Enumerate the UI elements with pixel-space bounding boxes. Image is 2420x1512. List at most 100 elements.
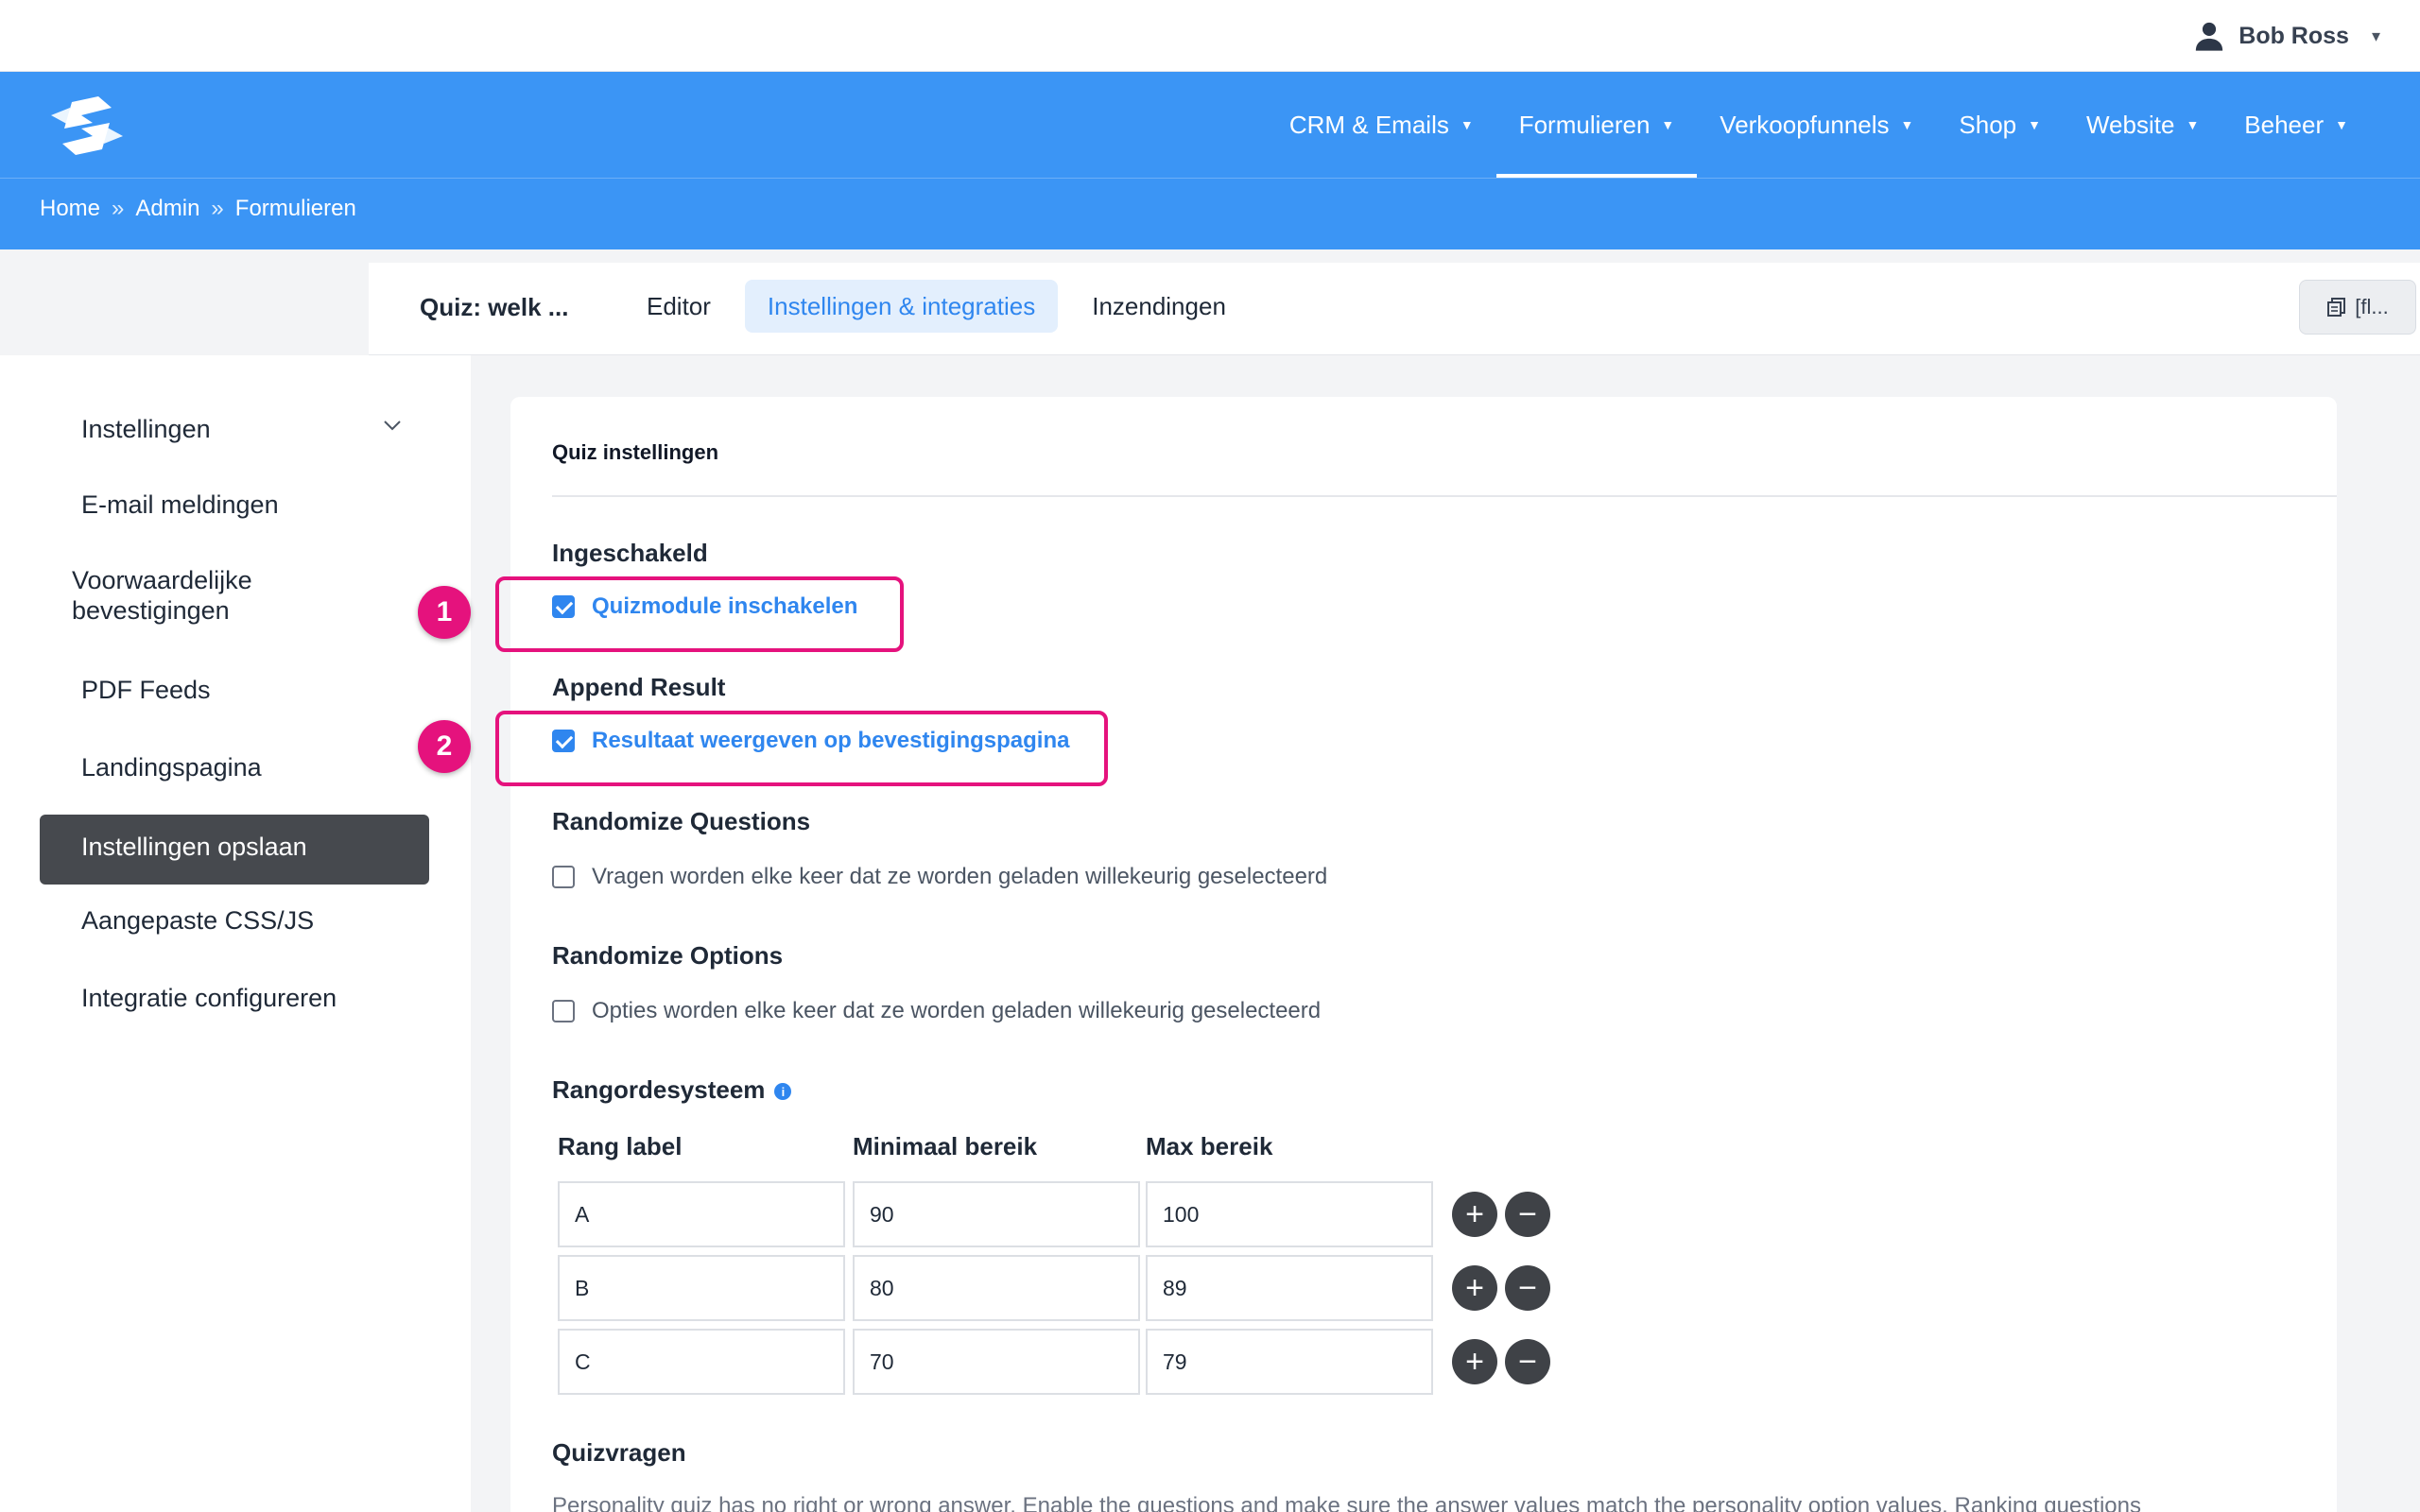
min-range-input[interactable]: 70	[853, 1329, 1140, 1395]
info-icon[interactable]: i	[774, 1083, 792, 1101]
rank-label-input[interactable]: B	[558, 1255, 845, 1321]
caret-down-icon: ▼	[1900, 117, 1914, 132]
max-range-input[interactable]: 89	[1146, 1255, 1433, 1321]
breadcrumb: Home » Admin » Formulieren	[40, 196, 356, 222]
sidebar-item-label: Aangepaste CSS/JS	[81, 906, 315, 935]
tab-editor[interactable]: Editor	[624, 280, 734, 333]
checkbox-label: Opties worden elke keer dat ze worden ge…	[592, 998, 1322, 1023]
add-row-button[interactable]: +	[1452, 1265, 1497, 1311]
minus-icon: −	[1518, 1270, 1537, 1306]
caret-down-icon: ▼	[2028, 117, 2041, 132]
randomize-options-checkbox[interactable]: Opties worden elke keer dat ze worden ge…	[552, 998, 1321, 1024]
enabled-label: Ingeschakeld	[552, 539, 708, 567]
chevron-down-icon	[382, 414, 403, 444]
form-subheader: Quiz: welk ... Editor Instellingen & int…	[369, 263, 2420, 355]
caret-down-icon: ▼	[2186, 117, 2200, 132]
plus-icon: +	[1465, 1196, 1484, 1232]
user-name: Bob Ross	[2238, 22, 2349, 49]
remove-row-button[interactable]: −	[1505, 1339, 1550, 1384]
sidebar-item-aangepaste-css-js[interactable]: Aangepaste CSS/JS	[40, 905, 429, 936]
caret-down-icon: ▾	[2371, 26, 2380, 45]
nav-label: Verkoopfunnels	[1720, 110, 1890, 139]
form-title[interactable]: Quiz: welk ...	[420, 293, 568, 322]
max-range-input[interactable]: 79	[1146, 1329, 1433, 1395]
divider	[552, 495, 2337, 497]
append-result-checkbox[interactable]: Resultaat weergeven op bevestigingspagin…	[552, 728, 1069, 754]
annotation-badge-1: 1	[418, 586, 471, 639]
logo-icon[interactable]	[43, 94, 130, 157]
sidebar-item-voorwaardelijke-bevestigingen[interactable]: Voorwaardelijke bevestigingen	[40, 565, 352, 626]
checkbox-label: Vragen worden elke keer dat ze worden ge…	[592, 864, 1328, 889]
remove-row-button[interactable]: −	[1505, 1192, 1550, 1237]
sidebar-item-label: E-mail meldingen	[81, 490, 279, 519]
card-title: Quiz instellingen	[552, 440, 719, 464]
quiz-questions-description: Personality quiz has no right or wrong a…	[552, 1493, 2141, 1512]
sidebar-item-landingspagina[interactable]: Landingspagina	[40, 752, 429, 782]
min-range-input[interactable]: 90	[853, 1181, 1140, 1247]
checkbox-checked-icon[interactable]	[552, 730, 575, 752]
sidebar-item-pdf-feeds[interactable]: PDF Feeds	[40, 675, 429, 705]
settings-sidebar: Instellingen E-mail meldingen Voorwaarde…	[0, 355, 471, 1512]
checkbox-checked-icon[interactable]	[552, 595, 575, 618]
caret-down-icon: ▼	[2335, 117, 2348, 132]
breadcrumb-bar: Home » Admin » Formulieren	[0, 178, 2420, 249]
checkbox-label: Resultaat weergeven op bevestigingspagin…	[592, 728, 1070, 753]
remove-row-button[interactable]: −	[1505, 1265, 1550, 1311]
tab-settings-integrations[interactable]: Instellingen & integraties	[744, 280, 1059, 333]
minus-icon: −	[1518, 1344, 1537, 1380]
min-range-input[interactable]: 80	[853, 1255, 1140, 1321]
sidebar-item-email-meldingen[interactable]: E-mail meldingen	[40, 490, 429, 520]
nav-crm-emails[interactable]: CRM & Emails ▼	[1267, 72, 1496, 178]
nav-formulieren[interactable]: Formulieren ▼	[1495, 72, 1698, 178]
nav-verkoopfunnels[interactable]: Verkoopfunnels ▼	[1697, 72, 1936, 178]
breadcrumb-admin[interactable]: Admin	[135, 196, 199, 222]
append-result-label: Append Result	[552, 673, 726, 701]
user-icon	[2196, 22, 2223, 51]
annotation-badge-2: 2	[418, 720, 471, 773]
randomize-questions-checkbox[interactable]: Vragen worden elke keer dat ze worden ge…	[552, 864, 1327, 890]
quiz-questions-label: Quizvragen	[552, 1438, 686, 1467]
caret-down-icon: ▼	[1460, 117, 1474, 132]
main-navbar: CRM & Emails ▼ Formulieren ▼ Verkoopfunnel…	[0, 72, 2420, 178]
subheader-spacer	[0, 249, 369, 355]
sidebar-item-label: Integratie configureren	[81, 984, 337, 1012]
rank-label-input[interactable]: C	[558, 1329, 845, 1395]
checkbox-unchecked-icon[interactable]	[552, 866, 575, 888]
quiz-settings-card: Quiz instellingen Ingeschakeld 1 Quizmod…	[418, 397, 2337, 1512]
column-header-max: Max bereik	[1146, 1132, 1273, 1160]
user-menu[interactable]: Bob Ross ▾	[2193, 17, 2380, 55]
user-bar: Bob Ross ▾	[0, 0, 2420, 72]
nav-label: Website	[2085, 110, 2175, 139]
enable-quiz-checkbox[interactable]: Quizmodule inschakelen	[552, 593, 857, 620]
main-nav: CRM & Emails ▼ Formulieren ▼ Verkoopfunnel…	[1267, 72, 2371, 178]
add-row-button[interactable]: +	[1452, 1192, 1497, 1237]
sidebar-item-label: PDF Feeds	[81, 676, 211, 704]
shortcode-label: [fl...	[2355, 295, 2389, 318]
sidebar-item-label[interactable]: Instellingen opslaan	[81, 833, 307, 862]
plus-icon: +	[1465, 1344, 1484, 1380]
checkbox-unchecked-icon[interactable]	[552, 1000, 575, 1022]
shortcode-button[interactable]: [fl...	[2299, 280, 2416, 335]
add-row-button[interactable]: +	[1452, 1339, 1497, 1384]
breadcrumb-separator: »	[211, 196, 224, 221]
rank-label-input[interactable]: A	[558, 1181, 845, 1247]
max-range-input[interactable]: 100	[1146, 1181, 1433, 1247]
tab-submissions[interactable]: Inzendingen	[1069, 280, 1249, 333]
checkbox-label: Quizmodule inschakelen	[592, 593, 858, 619]
breadcrumb-home[interactable]: Home	[40, 196, 100, 222]
sidebar-item-instellingen[interactable]: Instellingen	[40, 414, 429, 444]
sidebar-item-label: Instellingen	[81, 415, 211, 443]
nav-shop[interactable]: Shop ▼	[1936, 72, 2064, 178]
sidebar-item-integratie-configureren[interactable]: Integratie configureren	[40, 983, 429, 1013]
nav-label: Beheer	[2244, 110, 2325, 139]
breadcrumb-formulieren[interactable]: Formulieren	[235, 196, 356, 222]
nav-label: CRM & Emails	[1288, 110, 1449, 139]
nav-beheer[interactable]: Beheer ▼	[2221, 72, 2371, 178]
copy-icon	[2327, 298, 2346, 317]
ranking-system-label: Rangordesysteem i	[552, 1075, 792, 1105]
nav-label: Formulieren	[1518, 110, 1651, 139]
sidebar-item-label: Landingspagina	[81, 753, 262, 782]
nav-website[interactable]: Website ▼	[2064, 72, 2221, 178]
randomize-options-label: Randomize Options	[552, 941, 784, 970]
caret-down-icon: ▼	[1661, 117, 1675, 132]
